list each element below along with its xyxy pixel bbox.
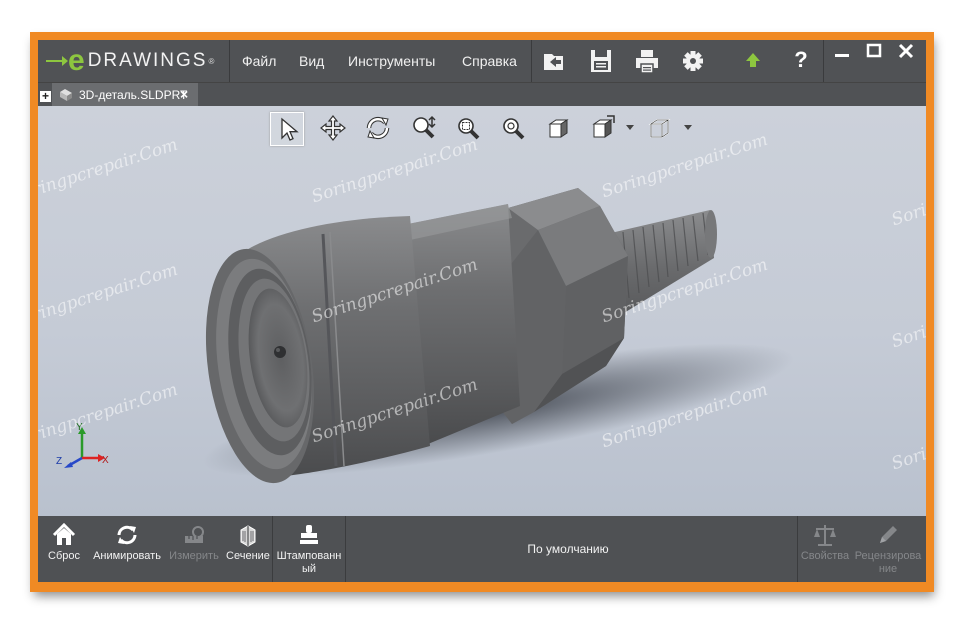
3d-part-model[interactable] [38,106,926,516]
logo-word: DRAWINGS [87,50,208,71]
menu-file[interactable]: Файл [242,40,276,82]
review-button[interactable]: Рецензирова ние [852,516,924,582]
document-tab[interactable]: 3D-деталь.SLDPRT × [52,83,198,107]
review-label-line1: Рецензирова [854,550,922,562]
save-icon [591,50,611,72]
reset-label: Сброс [48,550,80,562]
section-button[interactable]: Сечение [224,516,272,582]
title-bar: e DRAWINGS ® Файл Вид Инструменты Справк… [38,40,926,82]
logo-arrow-icon [46,56,68,66]
configuration-name[interactable]: По умолчанию [338,516,798,582]
maximize-icon [866,43,882,58]
help-button[interactable]: ? [786,44,816,76]
open-button[interactable] [540,46,570,76]
stamp-icon [300,525,318,544]
print-button[interactable] [632,46,662,76]
stamp-label-line1: Штампованн [276,550,342,562]
measure-label: Измерить [169,550,219,562]
measure-icon [185,526,204,543]
divider [823,40,824,82]
document-tab-bar: + 3D-деталь.SLDPRT × [38,82,926,107]
axis-y-label: Y [76,422,83,433]
axis-z-label: Z [56,456,63,467]
axis-triad [64,427,105,468]
close-button[interactable] [891,40,921,64]
settings-gear-icon [683,51,703,71]
tab-close-icon[interactable]: × [180,86,188,102]
logo-e: e [68,44,85,77]
axis-x-label: X [102,455,109,466]
update-arrow-icon [746,53,760,67]
scales-icon [814,525,836,546]
settings-button[interactable] [678,46,708,76]
reset-button[interactable]: Сброс [40,516,88,582]
save-button[interactable] [586,46,616,76]
stamp-label-line2: ый [301,563,317,575]
edrawings-window: e DRAWINGS ® Файл Вид Инструменты Справк… [38,40,926,582]
minimize-icon [835,54,849,57]
menu-view[interactable]: Вид [299,40,324,82]
menu-help[interactable]: Справка [462,40,517,82]
properties-button[interactable]: Свойства [798,516,852,582]
animate-button[interactable]: Анимировать [90,516,164,582]
print-icon [636,50,658,74]
divider [272,516,273,582]
close-icon [898,43,914,59]
stamp-button[interactable]: Штампованн ый [274,516,344,582]
review-label-line2: ние [878,563,898,575]
part-file-icon [60,89,72,101]
maximize-button[interactable] [859,40,889,64]
update-button[interactable] [738,46,768,76]
properties-label: Свойства [800,550,850,562]
section-icon [240,525,256,547]
3d-viewport[interactable]: Y X Z Soringpcrepair.Com Soringpcrepair.… [38,106,926,516]
add-tab-button[interactable]: + [40,90,51,102]
open-file-icon [544,54,563,70]
bottom-toolbar: Сброс Анимировать Измерить Сечение Штамп… [38,516,926,582]
home-icon [52,522,76,545]
menu-tools[interactable]: Инструменты [348,40,435,82]
section-label: Сечение [226,550,270,562]
minimize-button[interactable] [827,40,857,64]
divider [229,40,230,82]
divider [531,40,532,82]
document-tab-label: 3D-деталь.SLDPRT [79,88,188,102]
edrawings-logo: e DRAWINGS ® [46,46,222,76]
animate-label: Анимировать [93,550,161,562]
pencil-icon [880,526,897,543]
measure-button[interactable]: Измерить [166,516,222,582]
logo-registered: ® [208,56,215,66]
animate-icon [117,525,137,545]
